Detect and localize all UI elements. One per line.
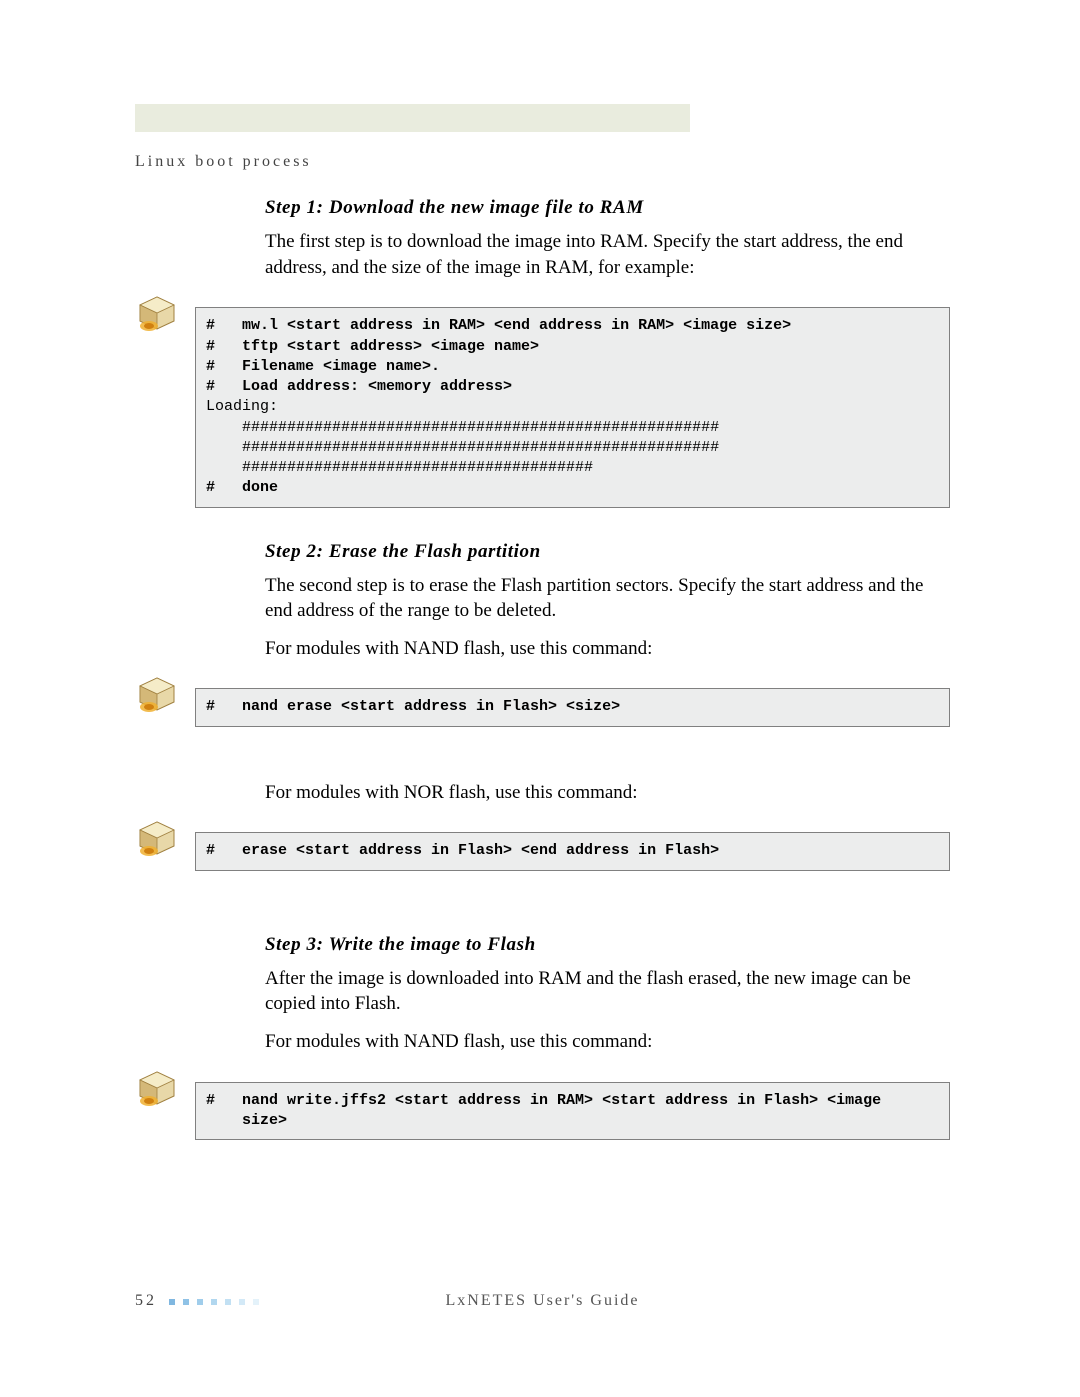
step-2-paragraph-3: For modules with NOR flash, use this com… <box>265 780 950 806</box>
code-block-3: # erase <start address in Flash> <end ad… <box>195 832 950 870</box>
section-header: Linux boot process <box>135 153 312 171</box>
footer-guide-title: LxNETES User's Guide <box>135 1292 950 1310</box>
page-content: Step 1: Download the new image file to R… <box>135 197 950 1173</box>
document-page: Linux boot process Step 1: Download the … <box>0 0 1080 1397</box>
code-block-1: # mw.l <start address in RAM> <end addre… <box>195 307 950 507</box>
code-row-4: # nand write.jffs2 <start address in RAM… <box>135 1067 950 1156</box>
step-2-title: Step 2: Erase the Flash partition <box>265 541 950 563</box>
step-3-title: Step 3: Write the image to Flash <box>265 934 950 956</box>
code-row-2: # nand erase <start address in Flash> <s… <box>135 673 950 741</box>
code-row-3: # erase <start address in Flash> <end ad… <box>135 817 950 885</box>
box-icon <box>135 673 195 719</box>
box-icon <box>135 1067 195 1113</box>
step-1-paragraph: The first step is to download the image … <box>265 229 950 280</box>
code-block-2: # nand erase <start address in Flash> <s… <box>195 688 950 726</box>
step-3-paragraph-2: For modules with NAND flash, use this co… <box>265 1029 950 1055</box>
step-2-paragraph-2: For modules with NAND flash, use this co… <box>265 636 950 662</box>
header-accent-bar <box>135 104 690 132</box>
page-footer: 52 LxNETES User's Guide <box>135 1292 950 1310</box>
code-block-4: # nand write.jffs2 <start address in RAM… <box>195 1082 950 1141</box>
step-3-paragraph-1: After the image is downloaded into RAM a… <box>265 966 950 1017</box>
step-1-title: Step 1: Download the new image file to R… <box>265 197 950 219</box>
step-2-paragraph-1: The second step is to erase the Flash pa… <box>265 573 950 624</box>
box-icon <box>135 817 195 863</box>
code-row-1: # mw.l <start address in RAM> <end addre… <box>135 292 950 522</box>
box-icon <box>135 292 195 338</box>
